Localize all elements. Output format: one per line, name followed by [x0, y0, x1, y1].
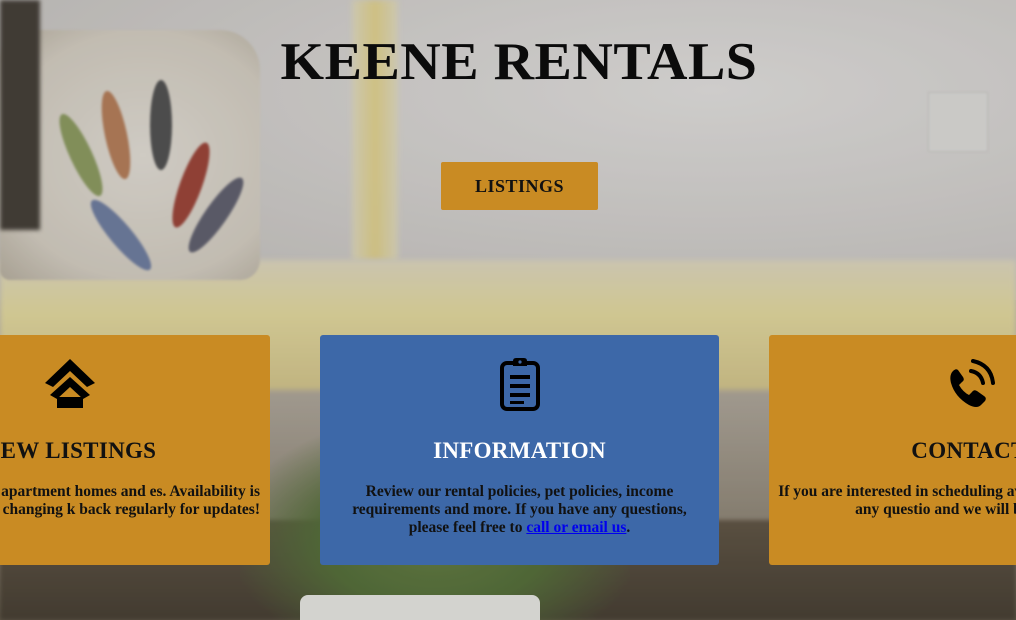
card-new-listings[interactable]: NEW LISTINGS tion of available apartment… — [0, 335, 270, 565]
listings-button[interactable]: LISTINGS — [441, 162, 598, 210]
card-heading: NEW LISTINGS — [0, 438, 157, 463]
hero-section: KEENE RENTALS LISTINGS NEW LISTINGS tion… — [0, 0, 1016, 620]
card-information[interactable]: INFORMATION Review our rental policies, … — [320, 335, 719, 565]
card-text: If you are interested in scheduling avai… — [778, 483, 1016, 518]
card-heading: INFORMATION — [433, 438, 606, 463]
card-contact[interactable]: CONTACT If you are interested in schedul… — [769, 335, 1016, 565]
site-title: KEENE RENTALS — [280, 32, 758, 92]
phone-icon — [769, 357, 1016, 413]
card-text-before: Review our rental policies, pet policies… — [352, 483, 687, 536]
call-or-email-link[interactable]: call or email us — [526, 519, 626, 536]
clipboard-icon — [320, 357, 719, 413]
card-text: Review our rental policies, pet policies… — [340, 483, 699, 537]
card-heading: CONTACT — [911, 438, 1016, 463]
home-icon — [0, 357, 270, 413]
card-text-after: . — [626, 519, 631, 536]
card-text: tion of available apartment homes and es… — [0, 483, 260, 518]
